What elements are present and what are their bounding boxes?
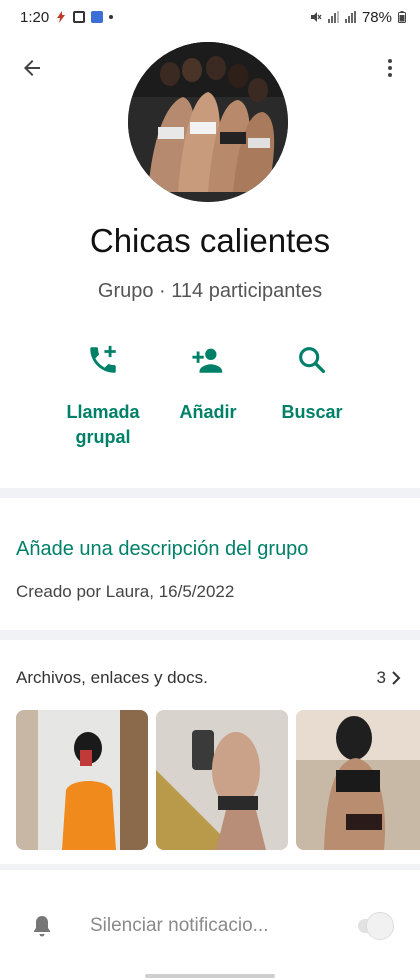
arrow-left-icon <box>24 60 40 76</box>
mute-toggle[interactable] <box>356 912 394 940</box>
media-thumbnails <box>16 710 420 850</box>
battery-percent: 78% <box>361 8 392 26</box>
group-call-button[interactable]: Llamada grupal <box>48 340 158 450</box>
status-right: 78% <box>310 9 406 26</box>
mute-notifications-label: Silenciar notificacio... <box>90 915 269 936</box>
media-thumbnail[interactable] <box>156 710 288 850</box>
add-description-link[interactable]: Añade una descripción del grupo <box>16 538 308 561</box>
group-meta: Grupo · 114 participantes <box>97 280 323 302</box>
media-header[interactable]: Archivos, enlaces y docs. 3 <box>16 668 402 688</box>
created-by-text: Creado por Laura, 16/5/2022 <box>16 582 235 601</box>
lte-signal-icon <box>344 11 356 23</box>
bell-icon <box>34 916 50 937</box>
battery-icon <box>398 11 406 23</box>
status-left: 1:20 <box>20 8 114 26</box>
group-call-label-line2: grupal <box>75 427 131 447</box>
media-thumbnail[interactable] <box>296 710 420 850</box>
add-participant-label: Añadir <box>179 402 237 422</box>
section-divider <box>0 630 420 640</box>
media-title: Archivos, enlaces y docs. <box>16 668 208 687</box>
media-count-value: 3 <box>376 668 386 687</box>
photo-3 <box>296 710 420 850</box>
media-count[interactable]: 3 <box>377 668 402 688</box>
mute-status-icon <box>310 12 322 22</box>
person-add-icon <box>192 348 223 373</box>
group-name[interactable]: Chicas calientes <box>0 222 420 260</box>
notification-icon <box>73 11 86 23</box>
mute-notifications-row[interactable]: Silenciar notificacio... <box>0 900 420 952</box>
search-icon <box>299 347 326 374</box>
status-time: 1:20 <box>20 8 50 26</box>
more-vert-icon <box>388 59 392 77</box>
photo-2 <box>156 710 288 850</box>
group-avatar[interactable] <box>128 42 288 202</box>
search-button[interactable]: Buscar <box>257 340 367 425</box>
photo-1 <box>16 710 148 850</box>
app-notification-icon <box>91 11 104 23</box>
group-photo <box>128 42 288 202</box>
flash-icon <box>57 11 66 23</box>
phone-add-icon <box>90 345 116 373</box>
back-button[interactable] <box>14 50 50 86</box>
dot-icon <box>109 15 114 19</box>
search-label: Buscar <box>281 402 343 422</box>
signal-icon <box>327 11 339 23</box>
more-options-button[interactable] <box>372 50 408 86</box>
media-thumbnail[interactable] <box>16 710 148 850</box>
add-participant-button[interactable]: Añadir <box>153 340 263 425</box>
chevron-right-icon <box>392 671 401 685</box>
status-bar: 1:20 78% <box>0 0 420 34</box>
group-call-label-line1: Llamada <box>66 402 140 422</box>
gesture-bar <box>145 974 275 978</box>
section-divider <box>0 864 420 870</box>
action-row: Llamada grupal Añadir Buscar <box>0 340 420 460</box>
toggle-knob <box>366 912 394 940</box>
section-divider <box>0 488 420 498</box>
